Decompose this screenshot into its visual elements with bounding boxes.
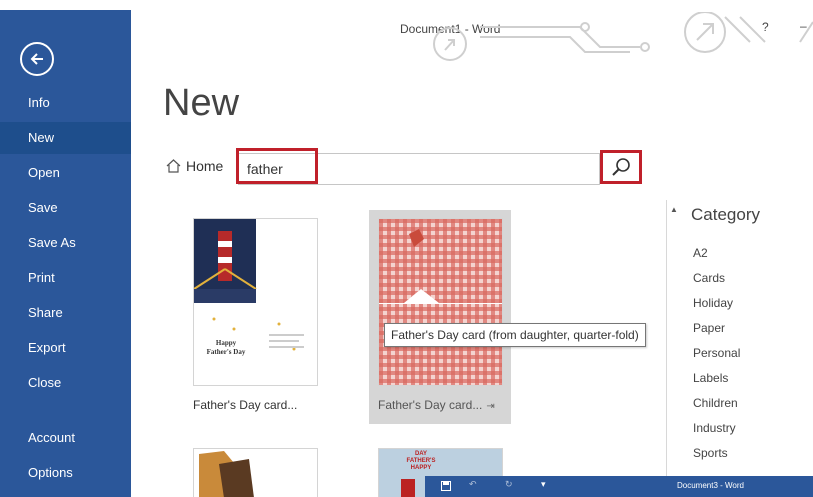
nav-item-export[interactable]: Export [0, 332, 131, 364]
undo-icon[interactable]: ↶ [469, 479, 477, 490]
nav-item-options[interactable]: Options [0, 457, 131, 489]
lighthouse-card-art [194, 219, 304, 351]
search-button[interactable] [600, 150, 642, 184]
minimize-button[interactable]: – [800, 19, 807, 33]
second-window-titlebar: ↶ ↻ ▾ Document3 - Word [425, 476, 813, 497]
template-tooltip: Father's Day card (from daughter, quarte… [384, 323, 646, 347]
search-box [238, 153, 600, 185]
backstage-sidebar: Info New Open Save Save As Print Share E… [0, 10, 131, 497]
template-caption: Father's Day card... ⇥ [378, 398, 495, 412]
card-greeting: Happy Father's Day [206, 339, 246, 356]
category-item[interactable]: Children [693, 396, 738, 410]
gingham-card-art [379, 219, 502, 385]
page-title: New [163, 82, 240, 124]
category-item[interactable]: Industry [693, 421, 736, 435]
template-caption: Father's Day card... [193, 398, 298, 412]
back-button[interactable] [20, 42, 54, 76]
second-window-title: Document3 - Word [677, 481, 744, 490]
nav-item-new[interactable]: New [0, 122, 131, 154]
category-item[interactable]: Personal [693, 346, 740, 360]
category-item[interactable]: Paper [693, 321, 725, 335]
template-thumbnail [193, 448, 318, 497]
category-item[interactable]: Sports [693, 446, 728, 460]
help-button[interactable]: ? [762, 20, 769, 34]
nav-item-save-as[interactable]: Save As [0, 227, 131, 259]
nav-item-open[interactable]: Open [0, 157, 131, 189]
nav-item-close[interactable]: Close [0, 367, 131, 399]
customize-quick-access-icon[interactable]: ▾ [541, 479, 546, 490]
family-card-art [199, 451, 254, 497]
home-link[interactable]: Home [166, 158, 223, 174]
save-icon[interactable] [441, 481, 451, 491]
pin-icon[interactable]: ⇥ [486, 401, 494, 412]
template-thumbnail: Happy Father's Day [193, 218, 318, 386]
category-item[interactable]: Labels [693, 371, 728, 385]
home-icon [166, 159, 181, 173]
search-input[interactable] [239, 154, 599, 184]
nav-item-share[interactable]: Share [0, 297, 131, 329]
nav-item-info[interactable]: Info [0, 87, 131, 119]
top-strip [0, 0, 813, 10]
nav-item-print[interactable]: Print [0, 262, 131, 294]
home-label: Home [186, 158, 224, 174]
nav-item-save[interactable]: Save [0, 192, 131, 224]
circuit-decoration [433, 12, 813, 61]
template-caption-text: Father's Day card... [378, 398, 483, 412]
nav-item-account[interactable]: Account [0, 422, 131, 454]
template-thumbnail [378, 218, 503, 386]
category-item[interactable]: Holiday [693, 296, 733, 310]
category-item[interactable]: Cards [693, 271, 725, 285]
scroll-up-icon[interactable]: ▲ [670, 205, 680, 217]
back-arrow-icon [30, 53, 43, 65]
category-title: Category [691, 205, 760, 224]
category-item[interactable]: A2 [693, 246, 708, 260]
redo-icon[interactable]: ↻ [505, 479, 513, 490]
search-icon [612, 158, 630, 176]
